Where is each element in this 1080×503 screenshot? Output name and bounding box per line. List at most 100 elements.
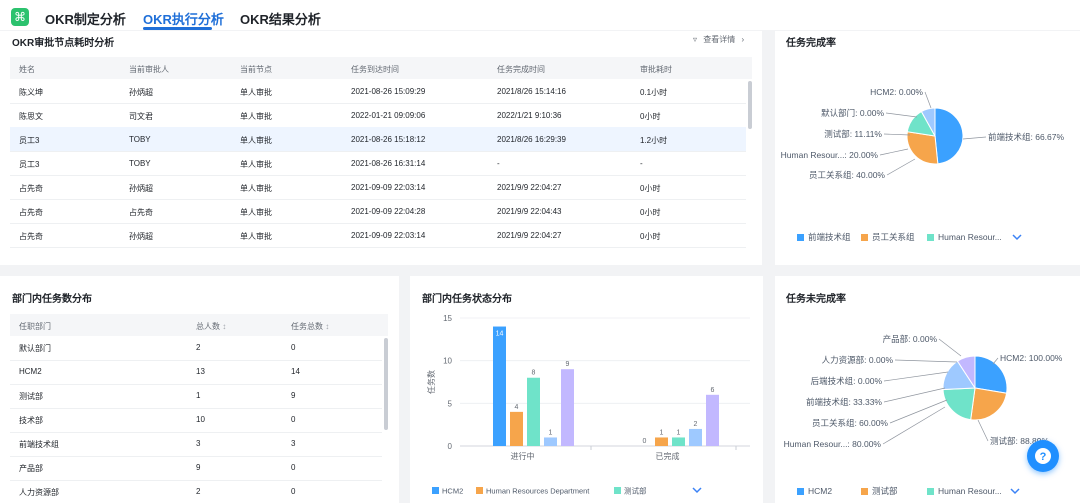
pie-label-line <box>938 338 962 357</box>
approval-cell: 0小时 <box>640 208 661 217</box>
dept-cell: 10 <box>196 415 205 424</box>
approval-cell: 占先奇 <box>19 232 43 241</box>
bar-value-label: 9 <box>566 361 570 368</box>
dept-cell: 3 <box>196 439 201 448</box>
bar-value-label: 0 <box>643 438 647 445</box>
pie-label-line <box>886 158 916 176</box>
legend-label[interactable]: Human Resour... <box>938 486 1002 496</box>
row-divider <box>10 103 746 104</box>
help-icon: ? <box>1035 448 1051 464</box>
legend-label[interactable]: Human Resour... <box>938 232 1002 242</box>
legend-swatch <box>861 488 868 495</box>
legend-swatch <box>432 487 439 494</box>
approval-cell: 0.1小时 <box>640 88 668 97</box>
row-divider <box>10 247 746 248</box>
approval-column-header: 姓名 <box>19 65 35 74</box>
tab-okr-planning[interactable]: OKR制定分析 <box>45 9 126 28</box>
approval-cell: 0小时 <box>640 184 661 193</box>
approval-column-header: 当前审批人 <box>129 65 169 74</box>
bar[interactable] <box>510 411 523 446</box>
pie-slice[interactable] <box>970 387 1008 421</box>
row-divider <box>10 384 382 385</box>
bar-value-label: 6 <box>711 387 715 394</box>
dept-column-header: 总人数 ↕ <box>196 322 227 331</box>
pie-label-line <box>885 112 918 118</box>
legend-label[interactable]: 测试部 <box>872 486 898 496</box>
bar[interactable] <box>527 377 540 446</box>
pie-slice-label: 前端技术组: 33.33% <box>806 397 882 407</box>
legend-label[interactable]: HCM2 <box>808 486 832 496</box>
approval-time-card: OKR审批节点耗时分析 ▿ 查看详情 › 姓名 当前审批人 当前节点 任务到达时间 任务… <box>0 31 762 265</box>
status-bar-chart: 0 5 10 15 任务数 14 4 8 1 9 进行中 0 1 1 2 6 已完成 HCM2 Human Reso… <box>426 314 750 496</box>
bar[interactable] <box>561 369 574 446</box>
pie-slice-label: HCM2: 100.00% <box>1000 353 1063 363</box>
legend-label[interactable]: 员工关系组 <box>872 232 915 242</box>
approval-cell: 2021/8/26 16:29:39 <box>497 135 566 144</box>
dept-cell: 默认部门 <box>19 344 51 353</box>
legend-label[interactable]: 测试部 <box>624 486 647 496</box>
row-divider <box>10 175 746 176</box>
dept-column-header: 任务总数 ↕ <box>291 322 330 331</box>
approval-cell: 单人审批 <box>240 208 272 217</box>
dept-cell: 产品部 <box>19 464 43 473</box>
bar[interactable] <box>689 428 702 446</box>
approval-cell: 2021/9/9 22:04:27 <box>497 183 562 192</box>
status-dist-card: 部门内任务状态分布 0 5 10 15 任务数 14 4 8 1 9 进行中 0 1 1 2 6 已完成 HCM2… <box>410 276 763 503</box>
details-link[interactable]: ▿ 查看详情 › <box>693 34 744 45</box>
bar[interactable] <box>655 437 668 446</box>
approval-scrollbar[interactable] <box>748 81 752 129</box>
legend-swatch <box>927 488 934 495</box>
tab-okr-results[interactable]: OKR结果分析 <box>240 9 321 28</box>
dept-cell: 测试部 <box>19 392 43 401</box>
pie-label-line <box>894 359 958 363</box>
approval-cell: 2021/8/26 15:14:16 <box>497 87 566 96</box>
x-tick-label: 进行中 <box>511 451 535 461</box>
bar[interactable] <box>706 394 719 446</box>
approval-cell: 2021-09-09 22:03:14 <box>351 183 426 192</box>
dept-cell: 人力资源部 <box>19 488 59 497</box>
chevron-right-icon: › <box>741 35 745 44</box>
bar[interactable] <box>493 326 506 446</box>
pie-label-line <box>962 136 987 140</box>
row-divider <box>10 223 746 224</box>
legend-expand-chevron-icon[interactable] <box>692 487 702 494</box>
approval-cell: 单人审批 <box>240 136 272 145</box>
bar[interactable] <box>544 437 557 446</box>
legend-expand-chevron-icon[interactable] <box>1012 234 1022 241</box>
legend-label[interactable]: 前端技术组 <box>808 232 851 242</box>
sort-icon[interactable]: ↕ <box>323 322 329 331</box>
legend-label[interactable]: Human Resources Department <box>486 487 590 496</box>
bar-value-label: 4 <box>515 404 519 411</box>
approval-cell: - <box>497 159 500 168</box>
legend-label[interactable]: HCM2 <box>442 487 463 496</box>
approval-cell: 2021-08-26 16:31:14 <box>351 159 426 168</box>
tab-okr-execution[interactable]: OKR执行分析 <box>143 9 224 28</box>
help-button[interactable]: ? <box>1027 440 1059 472</box>
dept-cell: 9 <box>196 463 201 472</box>
legend-expand-chevron-icon[interactable] <box>1010 488 1020 495</box>
pie-slice[interactable] <box>934 107 964 165</box>
approval-cell: 1.2小时 <box>640 136 668 145</box>
dept-cell: 0 <box>291 487 296 496</box>
pie-slice[interactable] <box>906 131 939 165</box>
bar[interactable] <box>672 437 685 446</box>
y-tick-label: 5 <box>448 399 453 408</box>
approval-cell: 占先奇 <box>19 184 43 193</box>
pie-slice-label: 后端技术组: 0.00% <box>811 376 883 386</box>
approval-cell: 员工3 <box>19 160 40 169</box>
dept-cell: 9 <box>291 391 296 400</box>
pie-slice[interactable] <box>942 387 976 421</box>
pie-slice-label: 默认部门: 0.00% <box>821 108 884 118</box>
dept-column-header: 任职部门 <box>19 322 51 331</box>
pie-slice-label: Human Resour...: 20.00% <box>781 150 879 160</box>
approval-cell: TOBY <box>129 135 151 144</box>
dept-cell: 0 <box>291 463 296 472</box>
pie-slice-label: 测试部: 11.11% <box>824 129 882 139</box>
approval-cell: 2021/9/9 22:04:43 <box>497 207 562 216</box>
pie-slice-label: 员工关系组: 60.00% <box>812 418 888 428</box>
y-axis-label: 任务数 <box>426 370 436 394</box>
sort-icon[interactable]: ↕ <box>220 322 226 331</box>
dept-card-title: 部门内任务数分布 <box>12 294 92 305</box>
filter-icon: ▿ <box>693 35 698 44</box>
dept-scrollbar[interactable] <box>384 338 388 430</box>
